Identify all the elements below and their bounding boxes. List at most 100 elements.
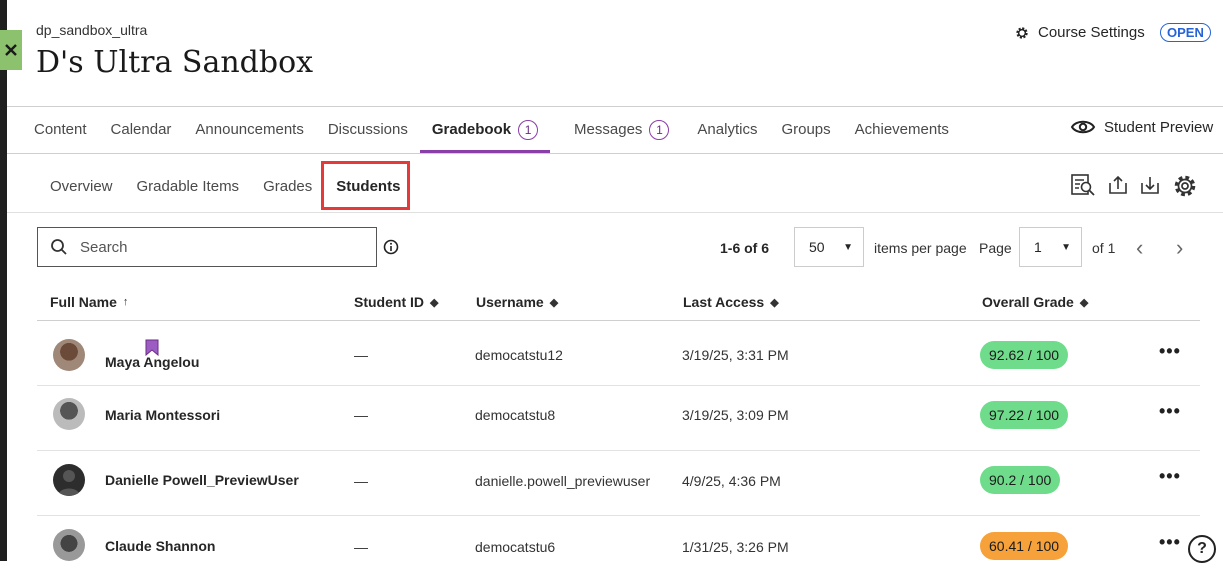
help-icon[interactable]: ? [1188, 535, 1216, 563]
tab-label: Achievements [854, 121, 949, 138]
course-nav-tabs: Content Calendar Announcements Discussio… [34, 106, 973, 153]
subtab-grades[interactable]: Grades [263, 172, 312, 202]
student-preview-label: Student Preview [1104, 118, 1214, 136]
sort-ascending-icon: ↑ [122, 296, 129, 308]
last-access: 1/31/25, 3:26 PM [682, 539, 789, 555]
sort-icon: ◆ [549, 296, 559, 309]
column-label: Full Name [50, 294, 117, 310]
avatar [53, 529, 85, 561]
sort-icon: ◆ [770, 296, 779, 309]
student-name[interactable]: Danielle Powell_PreviewUser [105, 472, 299, 488]
divider [7, 153, 1223, 154]
student-id: — [354, 347, 368, 363]
items-per-page-select[interactable]: 50 ▼ [794, 227, 864, 267]
table-row[interactable]: Danielle Powell_PreviewUser — danielle.p… [37, 451, 1200, 516]
tab-label: Calendar [110, 121, 172, 138]
download-icon[interactable] [1140, 173, 1160, 197]
column-label: Last Access [683, 294, 765, 310]
last-access: 3/19/25, 3:31 PM [682, 347, 789, 363]
student-id: — [354, 407, 368, 423]
overall-grade-pill[interactable]: 97.22 / 100 [980, 401, 1069, 429]
column-header-overall-grade[interactable]: Overall Grade ◆ [982, 294, 1088, 310]
upload-icon[interactable] [1108, 173, 1128, 197]
course-settings-button[interactable]: Course Settings [1014, 24, 1145, 41]
sort-icon: ◆ [1079, 296, 1089, 309]
subtab-gradable-items[interactable]: Gradable Items [137, 172, 240, 202]
avatar [53, 398, 85, 430]
student-name[interactable]: Maria Montessori [105, 407, 220, 423]
tab-messages[interactable]: Messages 1 [574, 106, 670, 153]
username: democatstu12 [475, 347, 563, 363]
tab-groups[interactable]: Groups [781, 106, 830, 153]
tab-label: Content [34, 121, 87, 138]
chevron-left-icon[interactable]: ‹ [1136, 235, 1143, 261]
tab-announcements[interactable]: Announcements [195, 106, 303, 153]
table-row[interactable]: Maria Montessori — democatstu8 3/19/25, … [37, 386, 1200, 451]
student-name[interactable]: Maya Angelou [105, 354, 199, 370]
gear-icon[interactable] [1172, 173, 1198, 199]
close-icon[interactable] [0, 30, 22, 70]
table-row[interactable]: Claude Shannon — democatstu6 1/31/25, 3:… [37, 516, 1200, 581]
student-id: — [354, 539, 368, 555]
column-label: Username [476, 294, 544, 310]
search-box [37, 227, 377, 267]
tab-content[interactable]: Content [34, 106, 87, 153]
course-code: dp_sandbox_ultra [36, 22, 148, 38]
student-id: — [354, 473, 368, 489]
tab-label: Gradebook [431, 121, 512, 138]
info-icon[interactable] [383, 239, 399, 255]
overall-grade-pill[interactable]: 92.62 / 100 [980, 341, 1069, 369]
tab-discussions[interactable]: Discussions [328, 106, 408, 153]
tab-count-badge: 1 [649, 119, 670, 140]
items-per-page-value: 50 [809, 239, 825, 255]
subtab-overview[interactable]: Overview [50, 172, 113, 202]
column-header-last-access[interactable]: Last Access ◆ [683, 294, 779, 310]
overall-grade-pill[interactable]: 90.2 / 100 [980, 466, 1061, 494]
page-value: 1 [1034, 239, 1042, 255]
tab-label: Messages [574, 121, 643, 138]
more-options-icon[interactable]: ••• [1159, 341, 1181, 362]
page-label: Page [979, 240, 1012, 256]
items-per-page-label: items per page [874, 240, 967, 256]
student-name[interactable]: Claude Shannon [105, 538, 215, 554]
divider [7, 212, 1223, 213]
username: democatstu8 [475, 407, 556, 423]
username: democatstu6 [475, 539, 556, 555]
page-total-label: of 1 [1092, 240, 1116, 256]
more-options-icon[interactable]: ••• [1159, 466, 1181, 487]
tab-count-badge: 1 [518, 119, 539, 140]
course-status-badge[interactable]: OPEN [1160, 23, 1211, 42]
tab-label: Announcements [195, 121, 304, 138]
student-preview-button[interactable]: Student Preview [1070, 118, 1213, 136]
column-header-student-id[interactable]: Student ID ◆ [354, 294, 438, 310]
tab-label: Discussions [327, 121, 408, 138]
last-access: 3/19/25, 3:09 PM [682, 407, 789, 423]
search-input[interactable] [78, 237, 362, 257]
course-settings-label: Course Settings [1038, 24, 1145, 41]
tab-calendar[interactable]: Calendar [111, 106, 172, 153]
overall-grade-pill[interactable]: 60.41 / 100 [980, 532, 1069, 560]
search-report-icon[interactable] [1070, 173, 1096, 197]
sort-icon: ◆ [430, 296, 439, 309]
search-icon [51, 239, 67, 255]
avatar [53, 339, 85, 371]
caret-down-icon: ▼ [1061, 241, 1071, 253]
tab-gradebook[interactable]: Gradebook 1 [419, 106, 551, 153]
table-row[interactable]: Maya Angelou — democatstu12 3/19/25, 3:3… [37, 321, 1200, 386]
course-title: D's Ultra Sandbox [36, 45, 314, 80]
column-header-username[interactable]: Username ◆ [476, 294, 558, 310]
column-header-full-name[interactable]: Full Name ↑ [50, 294, 128, 310]
more-options-icon[interactable]: ••• [1159, 532, 1181, 553]
caret-down-icon: ▼ [843, 241, 853, 253]
chevron-right-icon[interactable]: › [1176, 235, 1183, 261]
left-nav-strip [0, 0, 7, 561]
more-options-icon[interactable]: ••• [1159, 401, 1181, 422]
column-label: Student ID [354, 294, 424, 310]
tab-achievements[interactable]: Achievements [855, 106, 949, 153]
avatar [53, 464, 85, 496]
result-count: 1-6 of 6 [720, 240, 770, 256]
tab-analytics[interactable]: Analytics [697, 106, 757, 153]
page-select[interactable]: 1 ▼ [1019, 227, 1082, 267]
last-access: 4/9/25, 4:36 PM [682, 473, 781, 489]
eye-refresh-icon [1070, 120, 1096, 134]
